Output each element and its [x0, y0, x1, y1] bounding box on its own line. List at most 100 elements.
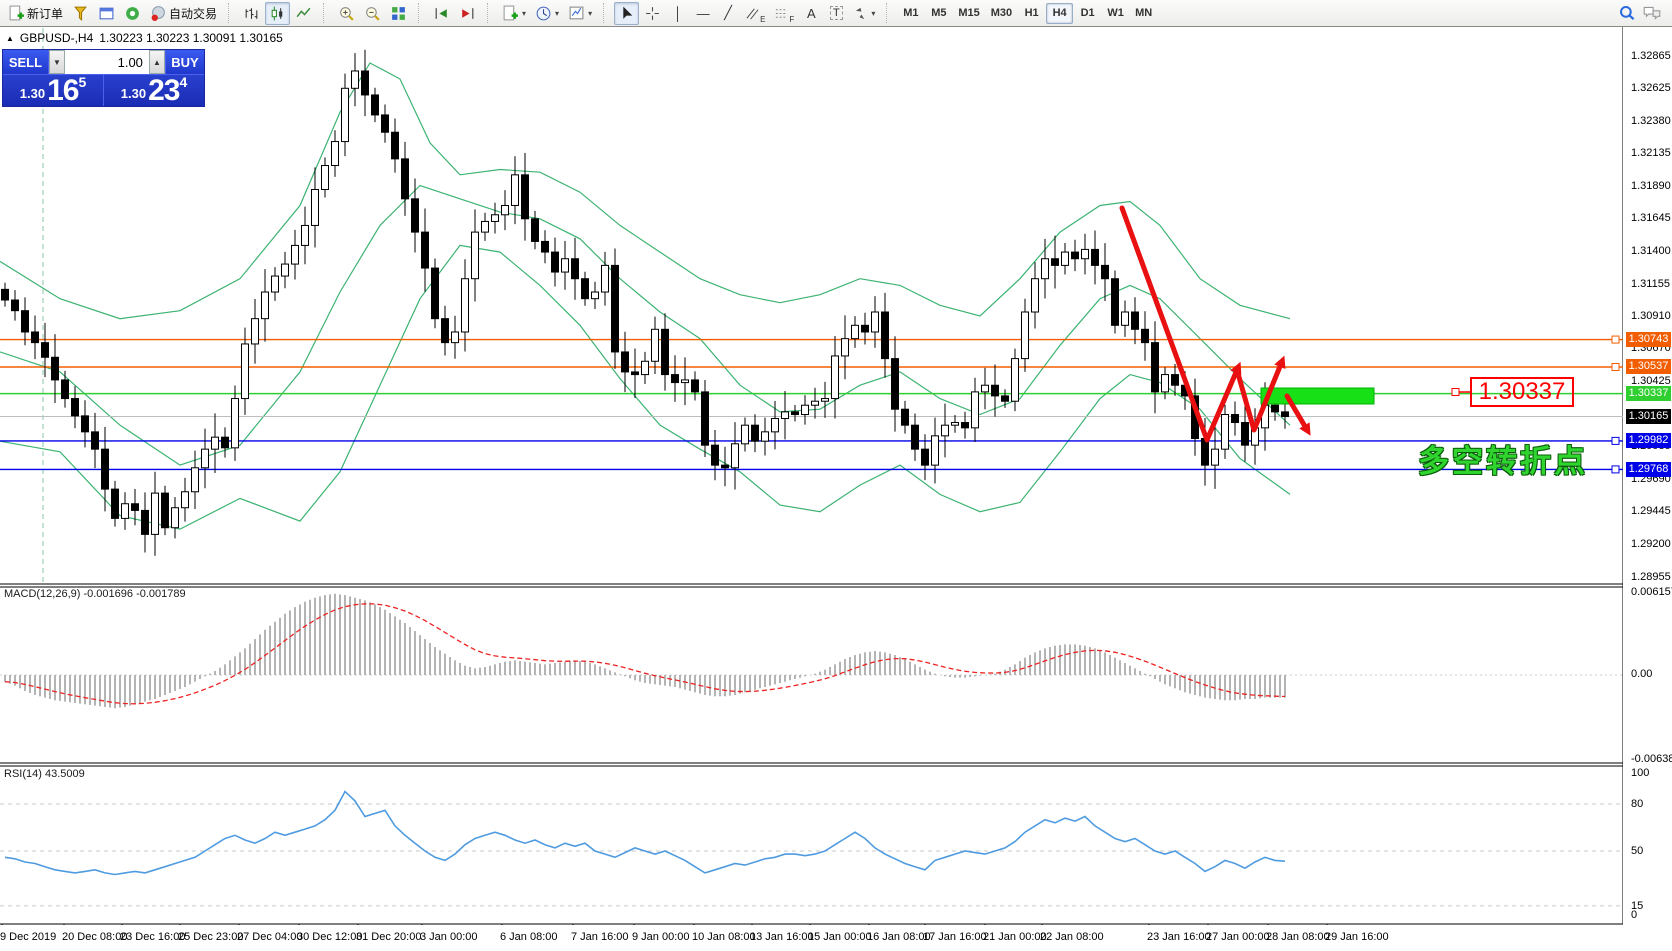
time-axis-label: 25 Dec 23:00 [178, 931, 243, 943]
bar-chart-icon [243, 5, 260, 22]
volume-input[interactable] [65, 50, 149, 74]
buy-button[interactable]: BUY [165, 50, 204, 74]
text-tool-label: A [807, 6, 816, 21]
auto-scroll-icon [433, 5, 450, 22]
time-axis-label: 29 Jan 16:00 [1325, 931, 1389, 943]
chart-shift-icon [459, 5, 476, 22]
tile-windows-button[interactable] [386, 2, 411, 25]
chart-canvas[interactable] [0, 27, 1672, 951]
bar-chart-button[interactable] [239, 2, 264, 25]
search-icon[interactable] [1618, 4, 1636, 22]
time-axis-label: 31 Dec 20:00 [356, 931, 421, 943]
trend-arrows[interactable] [1122, 208, 1311, 440]
sell-price[interactable]: 1.30 16 5 [3, 75, 104, 106]
time-axis-label: 17 Jan 16:00 [923, 931, 987, 943]
price-tick-label: 1.32625 [1631, 82, 1671, 94]
sell-button[interactable]: SELL [3, 50, 49, 74]
zoom-out-button[interactable] [360, 2, 385, 25]
metaeditor-button[interactable] [68, 2, 93, 25]
price-tick-label: 1.32380 [1631, 115, 1671, 127]
horizontal-line-button[interactable]: — [691, 2, 715, 25]
symbol-header: ▲ GBPUSD-,H4 1.30223 1.30223 1.30091 1.3… [6, 31, 283, 45]
channel-button[interactable]: E [741, 2, 769, 25]
chevron-down-icon: ▾ [871, 9, 875, 18]
line-chart-button[interactable] [291, 2, 316, 25]
toolbar-separator [886, 3, 892, 23]
symbol-name: GBPUSD-,H4 [20, 31, 93, 45]
candlestick-chart-button[interactable] [265, 2, 290, 25]
metaeditor-icon [72, 5, 89, 22]
signals-icon [124, 5, 141, 22]
toolbar-separator [323, 3, 329, 23]
volume-down-button[interactable]: ▼ [49, 50, 65, 74]
highlight-box [1261, 388, 1374, 404]
main-toolbar: 新订单 自动交易 [0, 0, 1672, 27]
price-axis[interactable]: 1.328651.326251.323801.321351.318901.316… [1623, 27, 1672, 951]
trendline-button[interactable]: ╱ [716, 2, 740, 25]
price-tick-label: 1.28955 [1631, 571, 1671, 583]
text-label-label: T [830, 6, 843, 20]
price-badge-1.29982: 1.29982 [1626, 433, 1671, 448]
price-badge-1.30537: 1.30537 [1626, 359, 1671, 374]
price-tick-label: 1.32135 [1631, 147, 1671, 159]
zoom-in-button[interactable] [334, 2, 359, 25]
macd-signal-line [5, 604, 1285, 704]
buy-price-big: 23 [148, 77, 179, 105]
cursor-button[interactable] [614, 2, 639, 25]
timeframe-button-m30[interactable]: M30 [986, 3, 1017, 24]
time-axis-label: 30 Dec 12:00 [297, 931, 362, 943]
zoom-out-icon [364, 5, 381, 22]
mt4-window: 新订单 自动交易 [0, 0, 1672, 951]
price-tick-label: 1.31155 [1631, 278, 1670, 290]
fibonacci-icon [774, 6, 789, 21]
new-chart-icon [98, 5, 115, 22]
new-order-label: 新订单 [27, 5, 63, 22]
timeframe-button-w1[interactable]: W1 [1102, 3, 1129, 24]
timeframe-button-d1[interactable]: D1 [1074, 3, 1101, 24]
candlestick-chart-icon [269, 5, 286, 22]
chart-shift-button[interactable] [455, 2, 480, 25]
arrows-tool-button[interactable]: ▾ [849, 2, 879, 25]
time-axis-label: 13 Jan 16:00 [750, 931, 814, 943]
macd-axis-label: 0.00 [1631, 668, 1652, 680]
timeframe-button-mn[interactable]: MN [1130, 3, 1157, 24]
symbol-ohlc: 1.30223 1.30223 1.30091 1.30165 [99, 31, 283, 45]
time-axis[interactable]: 9 Dec 201920 Dec 08:0023 Dec 16:0025 Dec… [0, 925, 1672, 951]
one-click-trade-panel: SELL ▼ ▲ BUY 1.30 16 5 1.30 23 4 [2, 49, 205, 107]
turning-point-annotation[interactable]: 多空转折点 [1418, 436, 1588, 481]
timeframe-button-h1[interactable]: H1 [1018, 3, 1045, 24]
vertical-line-button[interactable]: │ [666, 2, 690, 25]
volume-up-button[interactable]: ▲ [149, 50, 165, 74]
text-tool-button[interactable]: A [799, 2, 823, 25]
new-order-button[interactable]: 新订单 [4, 2, 67, 25]
sell-price-sup: 5 [78, 76, 86, 88]
time-axis-label: 10 Jan 08:00 [692, 931, 756, 943]
timeframe-button-h4[interactable]: H4 [1046, 3, 1073, 24]
fibonacci-button[interactable]: F [770, 2, 798, 25]
rsi-axis-label: 100 [1631, 767, 1649, 779]
auto-scroll-button[interactable] [429, 2, 454, 25]
price-badge-1.29768: 1.29768 [1626, 462, 1671, 477]
trendline-icon: ╱ [724, 5, 732, 21]
symbol-marker-icon: ▲ [6, 34, 14, 43]
price-callout-label[interactable]: 1.30337 [1470, 377, 1574, 407]
templates-button[interactable]: ▾ [564, 2, 596, 25]
price-tick-label: 1.29200 [1631, 538, 1671, 550]
indicators-button[interactable]: ▾ [498, 2, 530, 25]
timeframe-button-m15[interactable]: M15 [953, 3, 984, 24]
rsi-line [5, 792, 1285, 875]
new-chart-button[interactable] [94, 2, 119, 25]
tile-windows-icon [390, 5, 407, 22]
text-label-button[interactable]: T [824, 2, 848, 25]
chat-icon[interactable] [1642, 4, 1662, 22]
toolbar-separator [487, 3, 493, 23]
signals-button[interactable] [120, 2, 145, 25]
buy-price[interactable]: 1.30 23 4 [104, 75, 204, 106]
timeframe-button-m5[interactable]: M5 [925, 3, 952, 24]
time-axis-label: 3 Jan 00:00 [420, 931, 478, 943]
timeframe-button-m1[interactable]: M1 [897, 3, 924, 24]
periods-button[interactable]: ▾ [531, 2, 563, 25]
crosshair-button[interactable] [640, 2, 665, 25]
auto-trading-button[interactable]: 自动交易 [146, 2, 221, 25]
indicators-icon [502, 5, 519, 22]
